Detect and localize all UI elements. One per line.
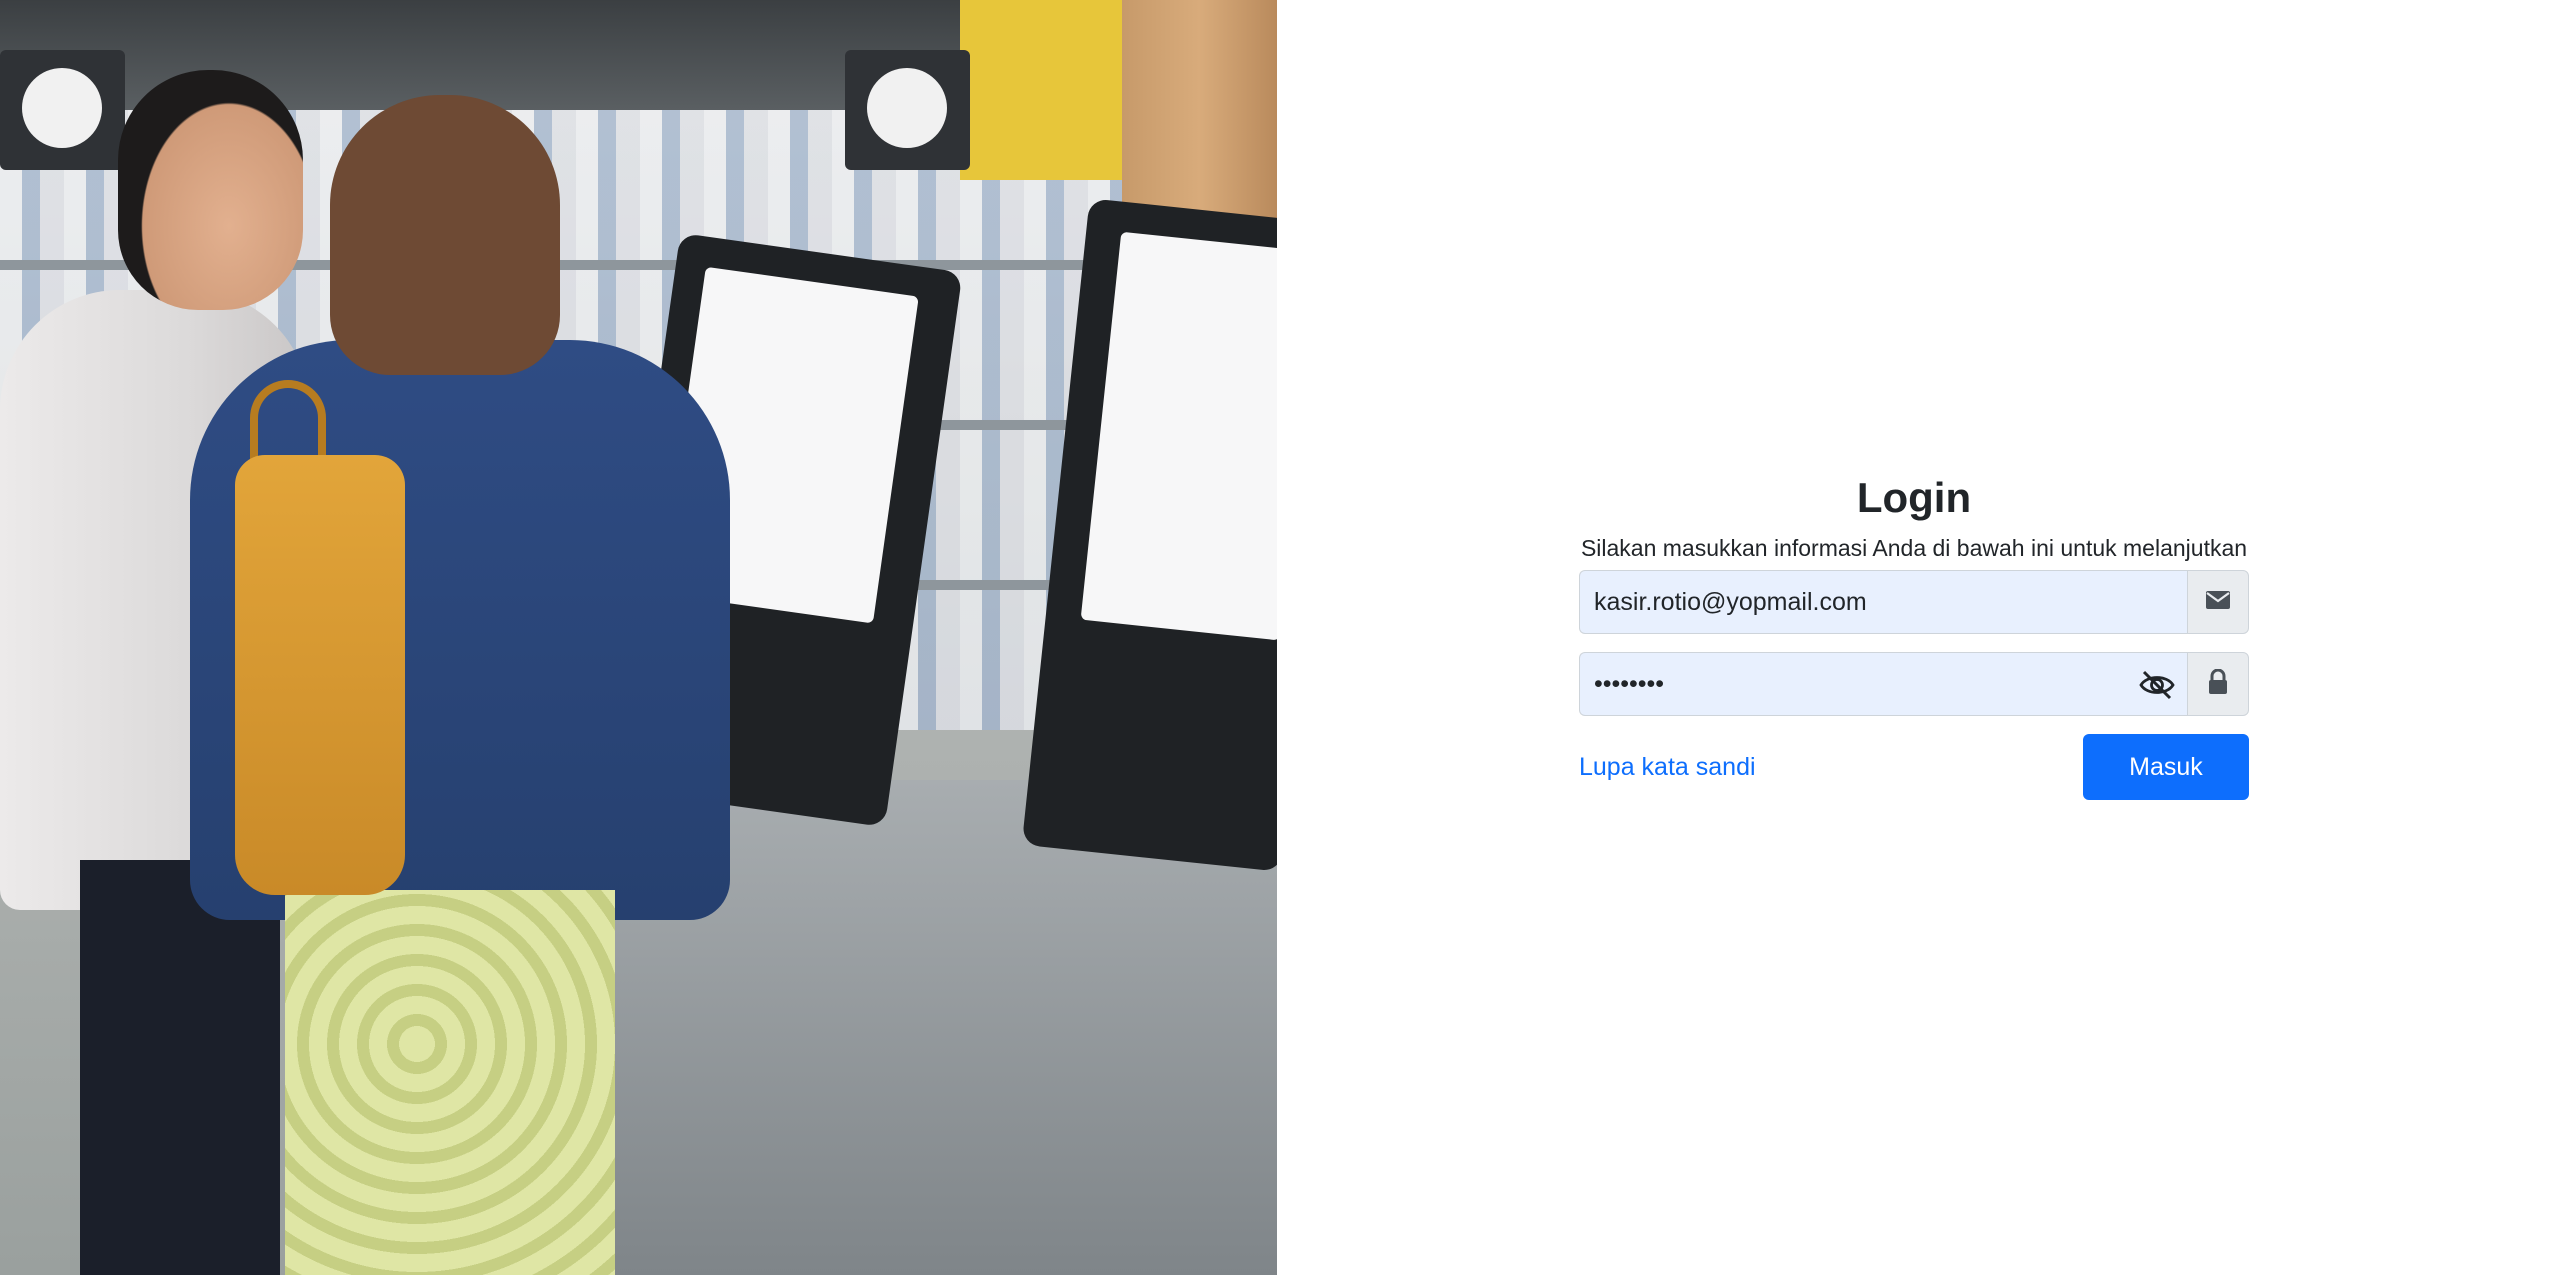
email-field-wrap bbox=[1579, 570, 2187, 634]
photo-shoulder-bag bbox=[235, 455, 405, 895]
email-field[interactable] bbox=[1580, 571, 2187, 633]
eye-slash-icon[interactable] bbox=[2137, 665, 2177, 705]
photo-kiosk-screen bbox=[1080, 231, 1277, 641]
photo-store-sign bbox=[0, 50, 125, 170]
login-panel: Login Silakan masukkan informasi Anda di… bbox=[1277, 0, 2549, 1275]
photo-yellow-wall bbox=[960, 0, 1125, 180]
lock-icon bbox=[2207, 668, 2229, 700]
login-form: Login Silakan masukkan informasi Anda di… bbox=[1579, 470, 2249, 800]
login-page: Login Silakan masukkan informasi Anda di… bbox=[0, 0, 2549, 1275]
email-input-group bbox=[1579, 570, 2249, 634]
photo-store-sign bbox=[845, 50, 970, 170]
password-addon bbox=[2187, 652, 2249, 716]
photo-woman-skirt bbox=[285, 890, 615, 1275]
forgot-password-link[interactable]: Lupa kata sandi bbox=[1579, 753, 1756, 782]
photo-woman-hair bbox=[330, 95, 560, 375]
password-field-wrap bbox=[1579, 652, 2187, 716]
submit-button[interactable]: Masuk bbox=[2083, 734, 2249, 800]
envelope-icon bbox=[2205, 589, 2231, 616]
form-actions: Lupa kata sandi Masuk bbox=[1579, 734, 2249, 800]
email-addon bbox=[2187, 570, 2249, 634]
login-title: Login bbox=[1856, 474, 1972, 521]
password-input-group bbox=[1579, 652, 2249, 716]
login-subtitle: Silakan masukkan informasi Anda di bawah… bbox=[1580, 535, 2248, 561]
photo-man-head bbox=[118, 70, 303, 310]
password-field[interactable] bbox=[1580, 653, 2187, 715]
self-checkout-photo bbox=[0, 0, 1277, 1275]
photo-man-pants bbox=[80, 860, 280, 1275]
